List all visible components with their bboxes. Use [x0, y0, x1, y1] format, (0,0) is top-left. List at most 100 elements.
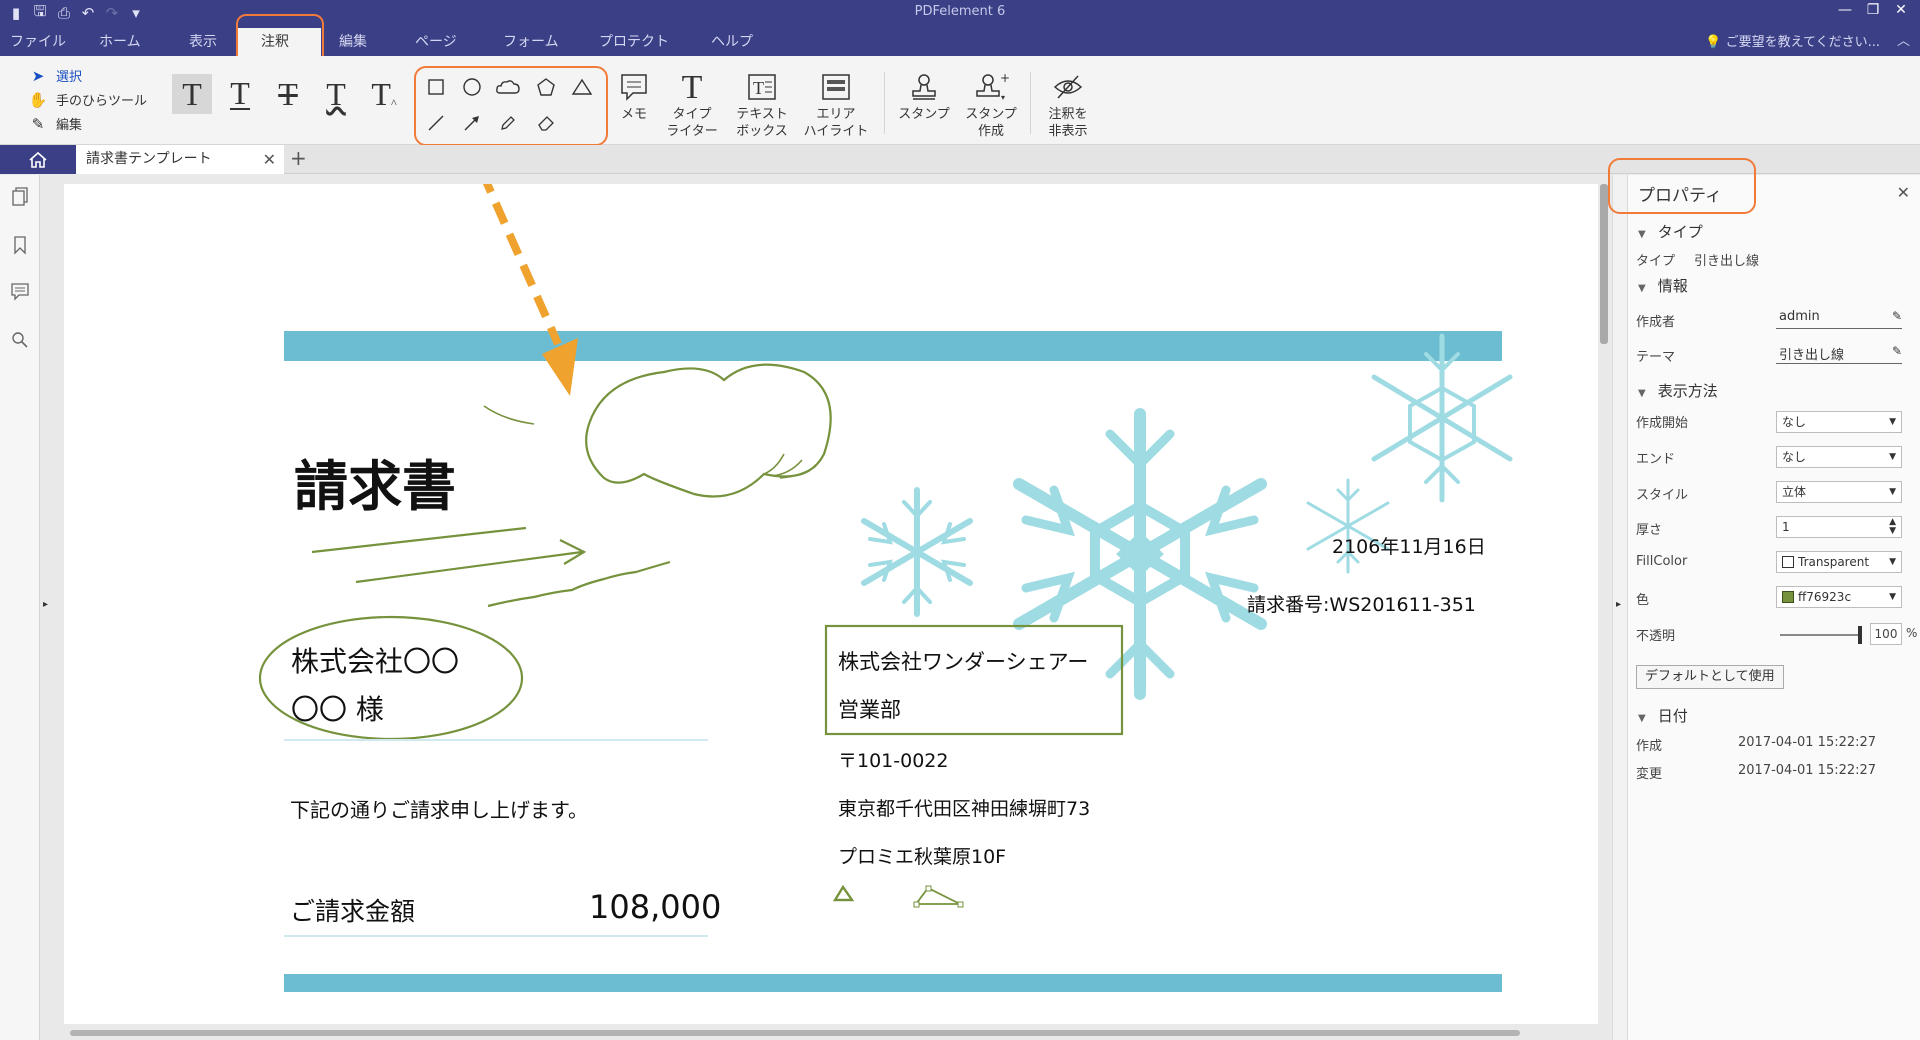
ribbon-separator	[1030, 72, 1031, 134]
opacity-slider-thumb[interactable]	[1858, 626, 1862, 644]
line-end-select[interactable]: なし ▼	[1776, 446, 1902, 468]
home-tab[interactable]	[0, 145, 76, 174]
opacity-input[interactable]: 100	[1870, 623, 1902, 645]
style-label: スタイル	[1636, 488, 1689, 503]
collapse-ribbon-icon[interactable]: ︿	[1897, 30, 1910, 49]
underline-text-button[interactable]: T	[220, 74, 260, 114]
help-search[interactable]: 💡 ご要望を教えてください...	[1705, 31, 1880, 50]
tab-edit[interactable]: 編集	[321, 28, 395, 56]
create-stamp-label-1: スタンプ	[965, 107, 1017, 122]
document-tab[interactable]: 請求書テンプレート ✕	[76, 145, 284, 174]
line-tool-annotation[interactable]	[915, 886, 961, 905]
left-sidebar	[0, 175, 40, 1040]
stepper-arrows-icon: ▲ ▼	[1889, 517, 1896, 536]
style-value: 立体	[1782, 485, 1807, 499]
fill-color-select[interactable]: Transparent ▼	[1776, 551, 1902, 573]
close-icon[interactable]: ✕	[1892, 2, 1910, 18]
home-icon	[29, 151, 47, 168]
insert-text-button[interactable]: T ^	[364, 74, 404, 114]
note-button-label: メモ	[620, 107, 647, 122]
typewriter-label-1: タイプ	[672, 107, 712, 122]
expand-left-panel-icon[interactable]: ▸	[43, 599, 48, 610]
search-icon[interactable]	[10, 330, 30, 350]
area-highlight-label-2: ハイライト	[803, 124, 869, 139]
color-select[interactable]: ff76923c ▼	[1776, 586, 1902, 608]
add-tab-icon[interactable]: +	[290, 146, 307, 170]
section-info[interactable]: ▼ 情報	[1638, 275, 1688, 296]
line-start-select[interactable]: なし ▼	[1776, 411, 1902, 433]
document-page[interactable]: 請求書 株式会社〇〇 〇〇 様 下記の通りご請求申し上げます。 ご請求金額 10…	[64, 184, 1598, 1024]
use-as-default-button[interactable]: デフォルトとして使用	[1636, 665, 1784, 689]
textbox-button[interactable]: T テキスト ボックス	[732, 68, 792, 140]
tab-file[interactable]: ファイル	[0, 28, 75, 56]
ribbon: ➤ 選択 ✋ 手のひらツール ✎ 編集 T T T T T ^ メモ T タイプ…	[0, 56, 1920, 146]
line-annotation[interactable]	[311, 526, 527, 554]
strikethrough-text-button[interactable]: T	[268, 74, 308, 114]
pages-icon[interactable]	[10, 187, 30, 207]
subject-label: テーマ	[1636, 350, 1676, 365]
author-field[interactable]: admin ✎	[1776, 309, 1902, 329]
fill-swatch	[1782, 556, 1794, 568]
subject-field[interactable]: 引き出し線 ✎	[1776, 344, 1902, 364]
dropdown-arrow-icon: ▼	[1889, 487, 1896, 497]
section-date[interactable]: ▼ 日付	[1638, 705, 1688, 726]
bookmark-icon[interactable]	[10, 235, 30, 255]
fill-color-value: Transparent	[1798, 555, 1870, 569]
collapse-triangle-icon: ▼	[1638, 283, 1646, 294]
section-type[interactable]: ▼ タイプ	[1638, 221, 1703, 242]
select-mode[interactable]: ➤ 選択	[28, 66, 82, 86]
hand-tool-label: 手のひらツール	[56, 94, 148, 109]
close-panel-icon[interactable]: ✕	[1897, 183, 1910, 202]
section-display[interactable]: ▼ 表示方法	[1638, 380, 1718, 401]
properties-title-highlight	[1608, 158, 1756, 214]
sender-company: 株式会社ワンダーシェアー	[838, 650, 1089, 674]
thickness-value: 1	[1782, 520, 1790, 534]
created-label: 作成	[1636, 739, 1663, 754]
highlight-text-button[interactable]: T	[172, 74, 212, 114]
window-controls: — ❐ ✕	[1836, 2, 1910, 18]
edit-pencil-icon: ✎	[1891, 309, 1902, 323]
hide-annotations-label-1: 注釈を	[1048, 107, 1088, 122]
document-title: 請求書	[294, 455, 456, 518]
tab-protect[interactable]: プロテクト	[583, 28, 699, 56]
hide-annotations-icon	[1053, 75, 1083, 99]
help-search-text: ご要望を教えてください...	[1725, 35, 1880, 50]
cloud-annotation[interactable]	[585, 363, 832, 498]
comment-icon[interactable]	[10, 281, 30, 301]
tab-form[interactable]: フォーム	[483, 28, 583, 56]
stamp-label: スタンプ	[898, 107, 950, 122]
tab-page[interactable]: ページ	[395, 28, 483, 56]
style-select[interactable]: 立体 ▼	[1776, 481, 1902, 503]
amount-value: 108,000	[589, 888, 722, 926]
thickness-stepper[interactable]: 1 ▲ ▼	[1776, 516, 1902, 538]
hide-annotations-button[interactable]: 注釈を 非表示	[1040, 68, 1096, 140]
tab-view[interactable]: 表示	[165, 28, 237, 56]
tab-home[interactable]: ホーム	[75, 28, 165, 56]
shape-tools-highlight	[414, 66, 608, 146]
edit-mode[interactable]: ✎ 編集	[28, 114, 83, 134]
create-stamp-icon: +▾	[976, 72, 1009, 102]
horizontal-scrollbar[interactable]	[70, 1030, 1520, 1036]
textbox-icon: T	[748, 74, 776, 100]
squiggly-text-button[interactable]: T	[316, 74, 356, 114]
area-highlight-button[interactable]: エリア ハイライト	[800, 68, 872, 140]
minimize-icon[interactable]: —	[1836, 2, 1854, 18]
stamp-button[interactable]: スタンプ	[894, 68, 954, 123]
close-tab-icon[interactable]: ✕	[263, 145, 276, 174]
restore-icon[interactable]: ❐	[1864, 2, 1882, 18]
hand-tool[interactable]: ✋ 手のひらツール	[28, 90, 148, 110]
typewriter-button[interactable]: T タイプ ライター	[664, 68, 720, 140]
vertical-scrollbar[interactable]	[1600, 184, 1608, 344]
lightbulb-icon: 💡	[1705, 35, 1722, 50]
pencil-annotation[interactable]	[487, 560, 671, 608]
opacity-slider-track[interactable]	[1780, 626, 1862, 644]
tab-help[interactable]: ヘルプ	[699, 28, 779, 56]
section-type-label: タイプ	[1657, 223, 1703, 241]
arrow-annotation[interactable]	[355, 550, 583, 584]
cursor-icon: ➤	[31, 66, 45, 85]
document-tab-title: 請求書テンプレート	[86, 151, 212, 167]
edit-mode-label: 編集	[56, 118, 83, 133]
note-button[interactable]: メモ	[616, 68, 652, 123]
create-stamp-button[interactable]: + ▾ スタンプ 作成	[962, 68, 1020, 140]
collapse-right-panel-icon[interactable]: ▸	[1616, 599, 1621, 610]
